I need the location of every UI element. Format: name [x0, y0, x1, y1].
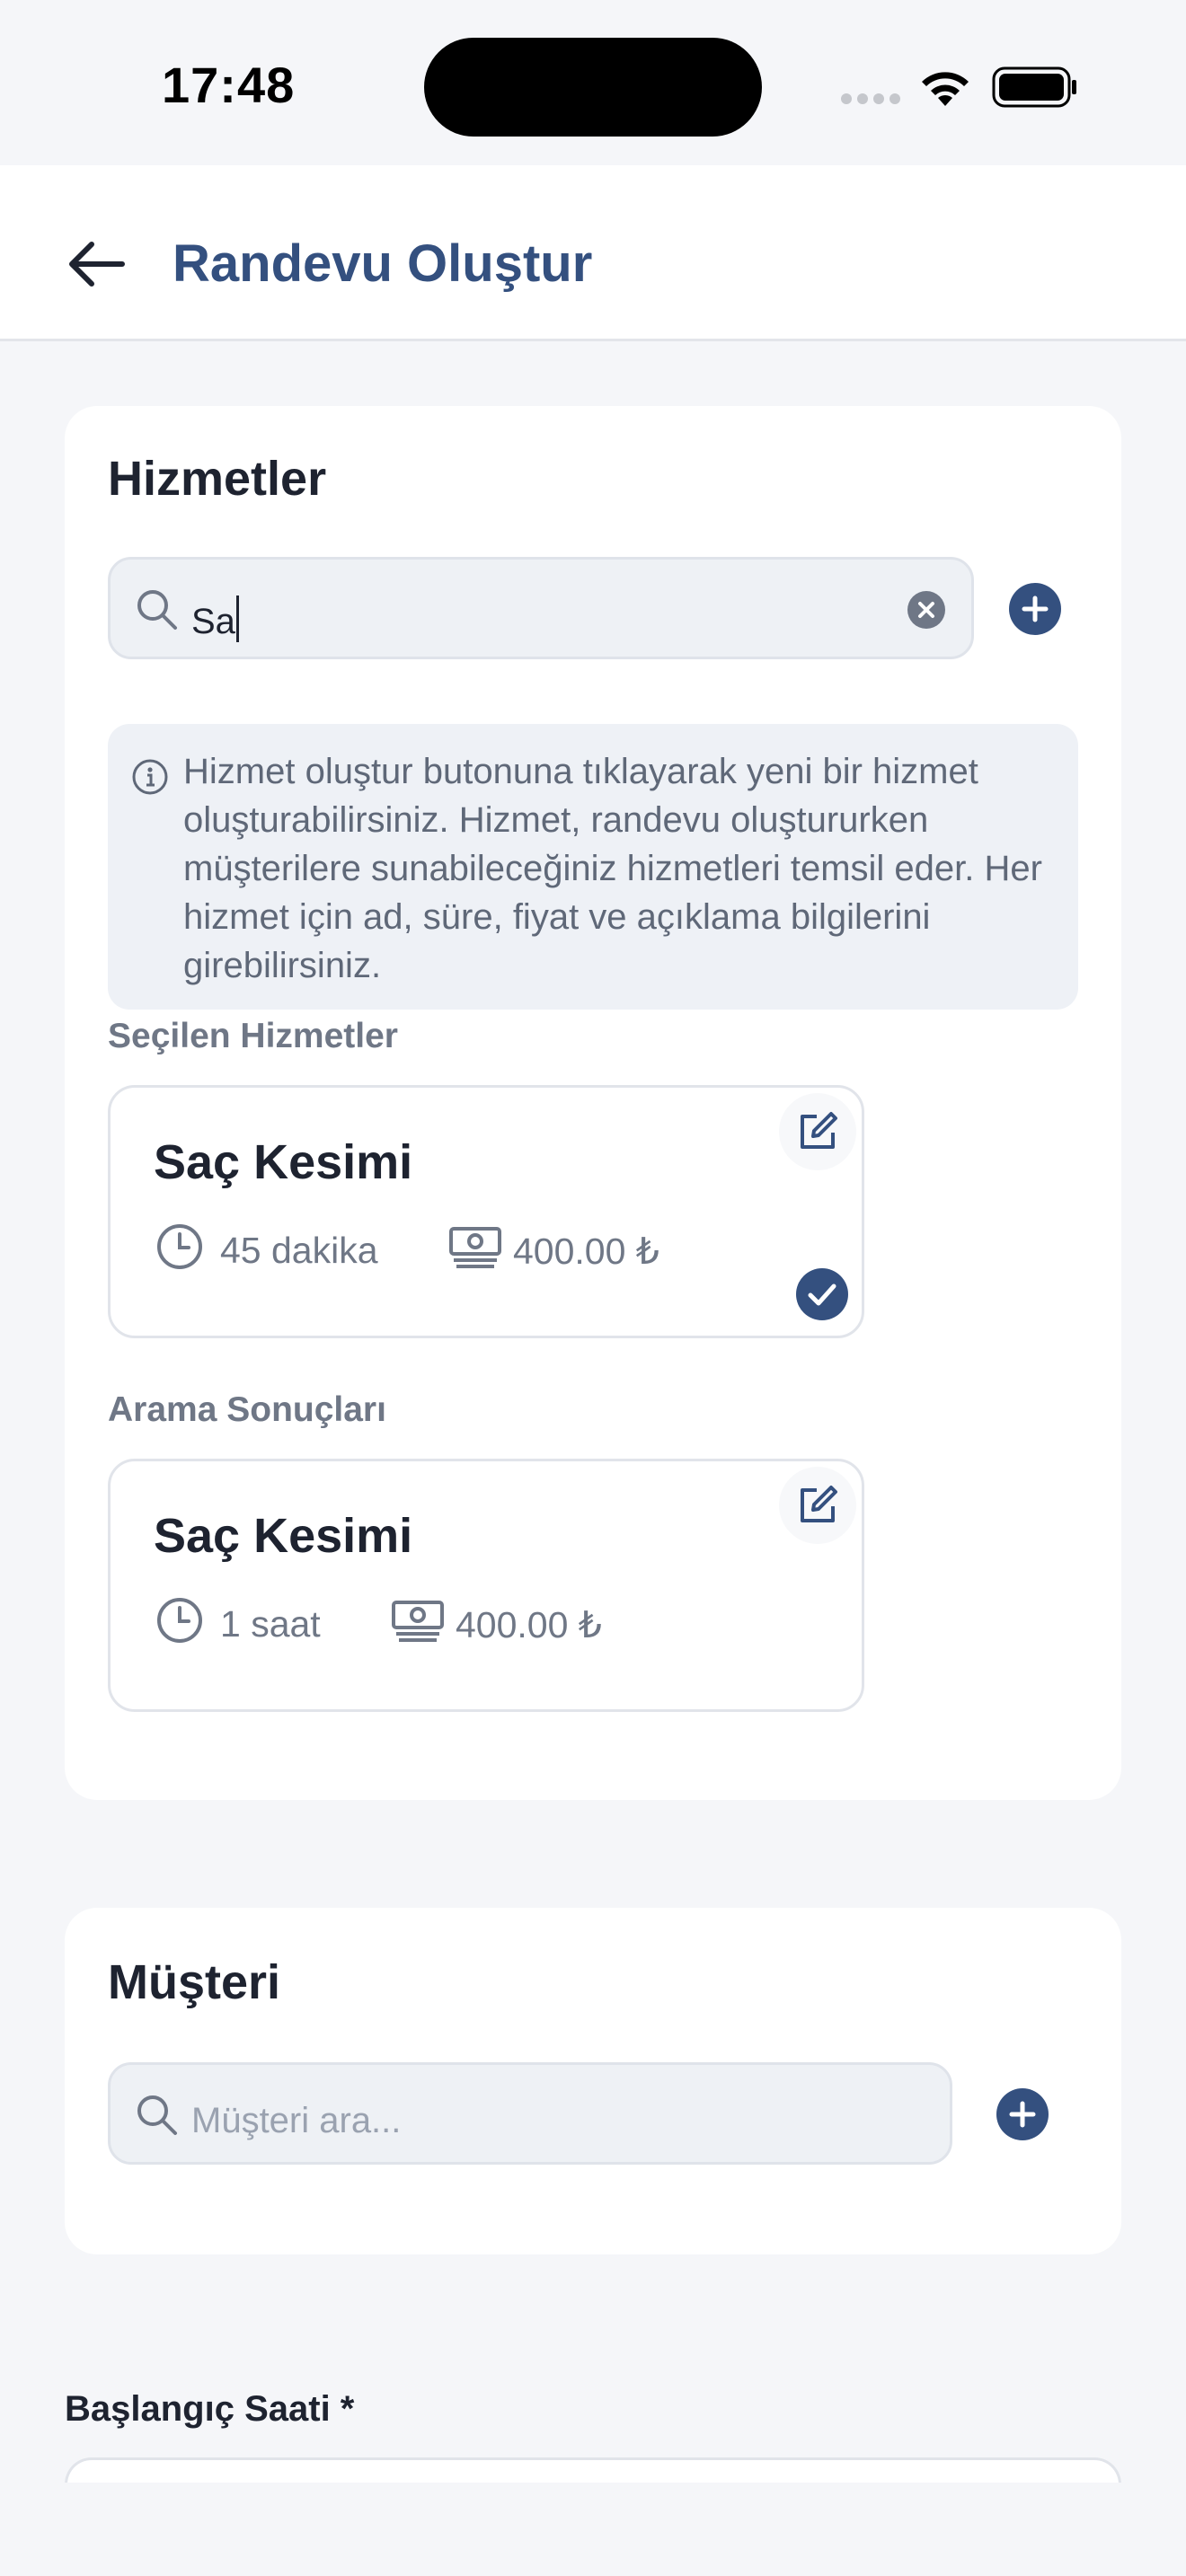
page-title: Randevu Oluştur	[173, 234, 593, 293]
service-name: Saç Kesimi	[154, 1509, 413, 1563]
bottom-area	[0, 2483, 1186, 2576]
clock-icon	[157, 1598, 202, 1643]
money-icon	[392, 1601, 444, 1642]
selected-service-card[interactable]: Saç Kesimi 45 dakika 400.00 ₺	[108, 1085, 864, 1338]
battery-icon	[992, 66, 1076, 108]
clock-icon	[157, 1224, 202, 1269]
service-price: 400.00 ₺	[513, 1231, 659, 1272]
services-card: Hizmetler Sa Hizmet oluştur butonuna tık…	[65, 406, 1121, 1800]
money-icon	[449, 1227, 501, 1268]
service-search-input[interactable]: Sa	[108, 557, 974, 659]
service-search-value: Sa	[191, 595, 239, 642]
service-price: 400.00 ₺	[456, 1604, 602, 1645]
customer-search-input[interactable]: Müşteri ara...	[108, 2062, 952, 2165]
status-time: 17:48	[162, 57, 296, 113]
service-duration: 1 saat	[220, 1603, 321, 1645]
app-header: Randevu Oluştur	[0, 165, 1186, 341]
edit-icon	[801, 1112, 837, 1149]
customer-card: Müşteri Müşteri ara...	[65, 1908, 1121, 2254]
service-name: Saç Kesimi	[154, 1135, 413, 1189]
cellular-signal-icon	[841, 93, 902, 106]
back-arrow-icon[interactable]	[65, 237, 129, 291]
clear-icon[interactable]	[907, 590, 946, 630]
search-icon	[137, 2095, 177, 2135]
selected-services-label: Seçilen Hizmetler	[108, 1017, 398, 1055]
start-time-label: Başlangıç Saati *	[65, 2389, 355, 2429]
edit-service-button[interactable]	[779, 1093, 856, 1170]
search-icon	[137, 590, 177, 630]
edit-service-button[interactable]	[779, 1467, 856, 1544]
search-result-card[interactable]: Saç Kesimi 1 saat 400.00 ₺	[108, 1459, 864, 1712]
service-duration: 45 dakika	[220, 1230, 378, 1271]
add-service-button[interactable]	[1008, 582, 1062, 636]
services-title: Hizmetler	[108, 452, 327, 506]
info-box: Hizmet oluştur butonuna tıklayarak yeni …	[108, 724, 1078, 1010]
info-text: Hizmet oluştur butonuna tıklayarak yeni …	[183, 752, 1042, 985]
status-bar: 17:48	[0, 0, 1186, 165]
dynamic-island	[424, 38, 762, 137]
check-icon	[796, 1268, 848, 1320]
edit-icon	[801, 1486, 837, 1522]
customer-search-placeholder: Müşteri ara...	[191, 2101, 402, 2140]
info-icon	[132, 759, 168, 795]
add-customer-button[interactable]	[996, 2087, 1049, 2141]
wifi-icon	[922, 72, 969, 106]
customer-title: Müşteri	[108, 1955, 281, 2009]
search-results-label: Arama Sonuçları	[108, 1390, 386, 1429]
